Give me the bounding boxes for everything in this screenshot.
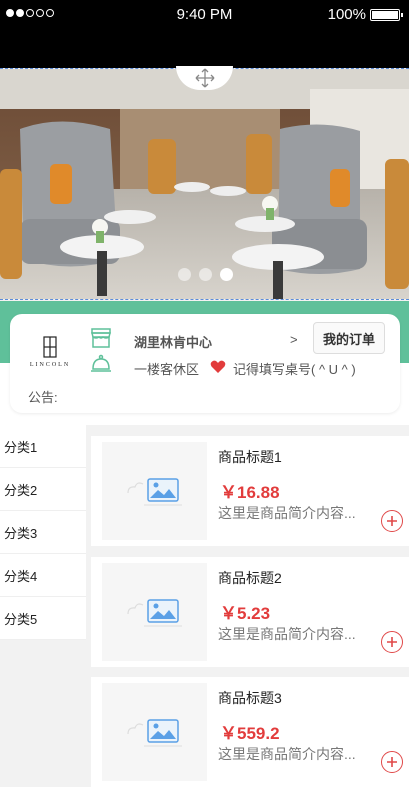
lincoln-star-icon xyxy=(43,336,57,358)
add-to-cart-button[interactable] xyxy=(381,510,403,532)
carousel-dot[interactable] xyxy=(178,268,191,281)
product-title: 商品标题3 xyxy=(218,690,282,706)
brand-logo-text: LINCOLN xyxy=(29,362,71,368)
plus-icon xyxy=(387,757,397,767)
service-bell-icon xyxy=(91,354,111,372)
image-placeholder-icon xyxy=(126,599,182,627)
product-title: 商品标题2 xyxy=(218,570,282,586)
plus-icon xyxy=(387,637,397,647)
product-description: 这里是商品简介内容... xyxy=(218,626,356,642)
brand-logo: LINCOLN xyxy=(24,336,76,376)
add-to-cart-button[interactable] xyxy=(381,751,403,773)
store-icon xyxy=(91,328,111,348)
product-card[interactable]: 商品标题2 ￥5.23 这里是商品简介内容... xyxy=(91,557,409,667)
product-card[interactable]: 商品标题3 ￥559.2 这里是商品简介内容... xyxy=(91,677,409,787)
product-price: ￥5.23 xyxy=(220,604,271,623)
sidebar-item-category-2[interactable]: 分类2 xyxy=(0,468,86,511)
store-name[interactable]: 湖里林肯中心 xyxy=(134,332,212,351)
notice-label: 公告: xyxy=(28,390,58,405)
carousel-dot-active[interactable] xyxy=(220,268,233,281)
product-description: 这里是商品简介内容... xyxy=(218,746,356,762)
store-card: LINCOLN 湖里林肯中心 > 我的订单 一楼客休区 记得填写桌号( ^ U … xyxy=(10,314,400,413)
lounge-photo xyxy=(0,69,409,299)
product-image-placeholder xyxy=(102,683,207,781)
image-placeholder-icon xyxy=(126,478,182,506)
my-orders-button[interactable]: 我的订单 xyxy=(313,322,385,354)
product-title: 商品标题1 xyxy=(218,449,282,465)
sidebar-item-category-3[interactable]: 分类3 xyxy=(0,511,86,554)
move-arrows-icon xyxy=(195,68,214,88)
banner-carousel[interactable] xyxy=(0,68,409,300)
sidebar-item-category-5[interactable]: 分类5 xyxy=(0,597,86,640)
product-price: ￥16.88 xyxy=(220,483,280,502)
sidebar-item-category-4[interactable]: 分类4 xyxy=(0,554,86,597)
table-area: 一楼客休区 xyxy=(134,362,200,377)
product-description: 这里是商品简介内容... xyxy=(218,505,356,521)
plus-icon xyxy=(387,516,397,526)
heart-icon xyxy=(210,360,226,373)
carousel-dot[interactable] xyxy=(199,268,212,281)
product-image-placeholder xyxy=(102,442,207,540)
category-sidebar: 分类1 分类2 分类3 分类4 分类5 xyxy=(0,425,86,640)
battery-percent: 100% xyxy=(327,6,366,23)
chevron-right-icon[interactable]: > xyxy=(290,332,298,347)
sidebar-item-category-1[interactable]: 分类1 xyxy=(0,425,86,468)
carousel-dots xyxy=(178,268,233,281)
product-card[interactable]: 商品标题1 ￥16.88 这里是商品简介内容... xyxy=(91,436,409,546)
status-bar: 9:40 PM 100% xyxy=(0,0,409,68)
image-placeholder-icon xyxy=(126,719,182,747)
table-number-tip: 记得填写桌号( ^ U ^ ) xyxy=(233,362,356,377)
product-price: ￥559.2 xyxy=(220,724,280,743)
add-to-cart-button[interactable] xyxy=(381,631,403,653)
battery-icon xyxy=(370,9,403,21)
product-image-placeholder xyxy=(102,563,207,661)
